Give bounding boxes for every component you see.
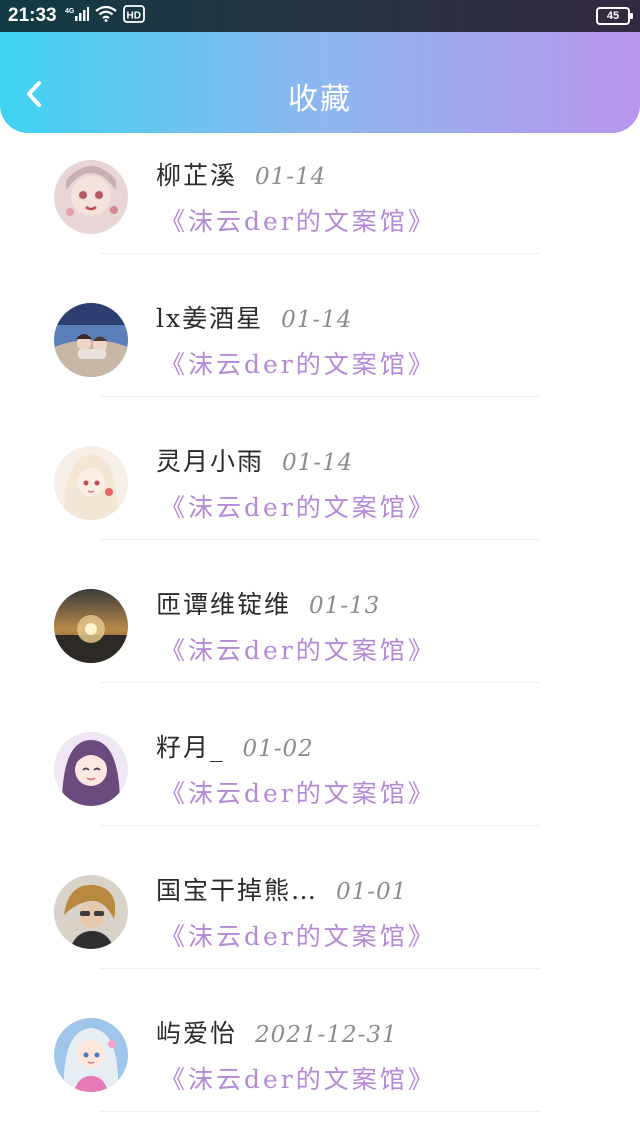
avatar[interactable] <box>54 732 128 806</box>
hd-voice-icon: HD <box>122 5 145 27</box>
divider <box>100 682 540 683</box>
battery-level: 45 <box>606 10 620 22</box>
post-date: 01-01 <box>336 879 408 905</box>
post-date: 01-13 <box>309 593 381 619</box>
list-item[interactable]: 国宝干掉熊… 01-01 《沫云der的文案馆》 <box>0 865 640 1008</box>
avatar[interactable] <box>54 446 128 520</box>
user-name: 籽月_ <box>156 733 225 762</box>
avatar[interactable] <box>54 303 128 377</box>
source-link[interactable]: 《沫云der的文案馆》 <box>160 917 436 953</box>
source-link[interactable]: 《沫云der的文案馆》 <box>160 202 436 238</box>
svg-text:4G: 4G <box>65 8 75 15</box>
avatar[interactable] <box>54 589 128 663</box>
cellular-signal-icon: 4G <box>65 6 89 26</box>
favorites-list: 柳芷溪 01-14 《沫云der的文案馆》 lx姜酒星 01-14 《沫云der… <box>0 150 640 1138</box>
source-link[interactable]: 《沫云der的文案馆》 <box>160 345 436 381</box>
avatar[interactable] <box>54 160 128 234</box>
divider <box>100 968 540 969</box>
post-date: 01-14 <box>255 164 327 190</box>
divider <box>100 253 540 254</box>
list-item[interactable]: 灵月小雨 01-14 《沫云der的文案馆》 <box>0 436 640 579</box>
divider <box>100 1111 540 1112</box>
user-name: 屿爱怡 <box>156 1019 238 1048</box>
avatar[interactable] <box>54 875 128 949</box>
post-date: 01-14 <box>281 307 353 333</box>
list-item[interactable]: 屿爱怡 2021-12-31 《沫云der的文案馆》 <box>0 1008 640 1138</box>
avatar[interactable] <box>54 1018 128 1092</box>
user-name: 国宝干掉熊… <box>156 876 319 905</box>
source-link[interactable]: 《沫云der的文案馆》 <box>160 488 436 524</box>
status-bar: 21:33 4G HD 45 <box>0 0 640 32</box>
list-item[interactable]: lx姜酒星 01-14 《沫云der的文案馆》 <box>0 293 640 436</box>
post-date: 01-14 <box>282 450 354 476</box>
post-date: 2021-12-31 <box>255 1022 398 1048</box>
divider <box>100 539 540 540</box>
source-link[interactable]: 《沫云der的文案馆》 <box>160 774 436 810</box>
list-item[interactable]: 籽月_ 01-02 《沫云der的文案馆》 <box>0 722 640 865</box>
divider <box>100 396 540 397</box>
post-date: 01-02 <box>242 736 314 762</box>
user-name: 柳芷溪 <box>156 161 238 190</box>
wifi-icon <box>94 5 117 26</box>
source-link[interactable]: 《沫云der的文案馆》 <box>160 1060 436 1096</box>
divider <box>100 825 540 826</box>
battery-indicator: 45 <box>596 7 633 25</box>
user-name: lx姜酒星 <box>156 304 264 333</box>
list-item[interactable]: 匝谭维锭维 01-13 《沫云der的文案馆》 <box>0 579 640 722</box>
page-title: 收藏 <box>288 82 352 117</box>
user-name: 灵月小雨 <box>156 447 265 476</box>
svg-text:HD: HD <box>126 11 140 22</box>
user-name: 匝谭维锭维 <box>156 590 292 619</box>
source-link[interactable]: 《沫云der的文案馆》 <box>160 631 436 667</box>
status-time: 21:33 <box>8 5 57 26</box>
list-item[interactable]: 柳芷溪 01-14 《沫云der的文案馆》 <box>0 150 640 293</box>
header-bar: 21:33 4G HD 45 收藏 <box>0 0 640 133</box>
